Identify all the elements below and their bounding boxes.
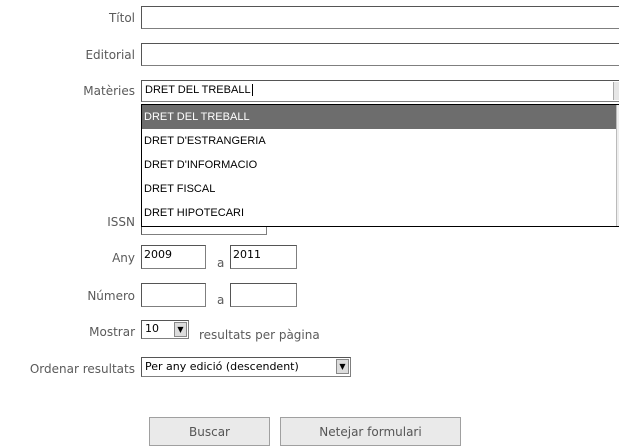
numero-label: Número bbox=[87, 289, 135, 303]
issn-input[interactable] bbox=[141, 227, 267, 235]
numero-to-input[interactable] bbox=[230, 283, 297, 307]
netejar-formulari-button[interactable]: Netejar formulari bbox=[280, 417, 461, 446]
any-to-input[interactable]: 2011 bbox=[230, 245, 297, 269]
mostrar-select[interactable]: 10 ▼ bbox=[141, 320, 189, 339]
list-item[interactable]: DRET D'ESTRANGERIA bbox=[142, 129, 619, 153]
list-item[interactable]: DRET D'INFORMACIO bbox=[142, 153, 619, 177]
chevron-down-icon[interactable]: ▼ bbox=[613, 82, 619, 100]
mostrar-label: Mostrar bbox=[89, 325, 135, 339]
mostrar-value: 10 bbox=[145, 322, 159, 335]
any-separator: a bbox=[217, 256, 225, 270]
numero-separator: a bbox=[217, 293, 225, 307]
materies-label: Matèries bbox=[83, 84, 135, 98]
issn-label: ISSN bbox=[107, 215, 135, 229]
any-label: Any bbox=[112, 251, 135, 265]
list-item[interactable]: DRET HIPOTECARI bbox=[142, 201, 619, 225]
numero-from-input[interactable] bbox=[141, 283, 206, 307]
mostrar-suffix: resultats per pàgina bbox=[199, 328, 320, 342]
materies-listbox[interactable]: DRET DEL TREBALL DRET D'ESTRANGERIA DRET… bbox=[141, 104, 619, 227]
text-cursor bbox=[251, 84, 253, 96]
titol-label: Títol bbox=[108, 11, 135, 25]
any-from-input[interactable]: 2009 bbox=[141, 245, 206, 269]
titol-input[interactable] bbox=[141, 6, 619, 29]
buscar-button[interactable]: Buscar bbox=[149, 417, 270, 446]
list-item[interactable]: DRET FISCAL bbox=[142, 177, 619, 201]
editorial-label: Editorial bbox=[85, 48, 135, 62]
materies-value: DRET DEL TREBALL bbox=[145, 84, 251, 96]
chevron-down-icon[interactable]: ▼ bbox=[174, 322, 187, 337]
editorial-input[interactable] bbox=[141, 43, 619, 66]
ordenar-select[interactable]: Per any edició (descendent) ▼ bbox=[141, 357, 351, 377]
chevron-down-icon[interactable]: ▼ bbox=[336, 359, 349, 374]
materies-input[interactable]: DRET DEL TREBALL ▼ bbox=[141, 80, 619, 102]
list-item[interactable]: DRET DEL TREBALL bbox=[142, 105, 619, 129]
ordenar-value: Per any edició (descendent) bbox=[145, 360, 299, 373]
ordenar-label: Ordenar resultats bbox=[29, 362, 135, 376]
